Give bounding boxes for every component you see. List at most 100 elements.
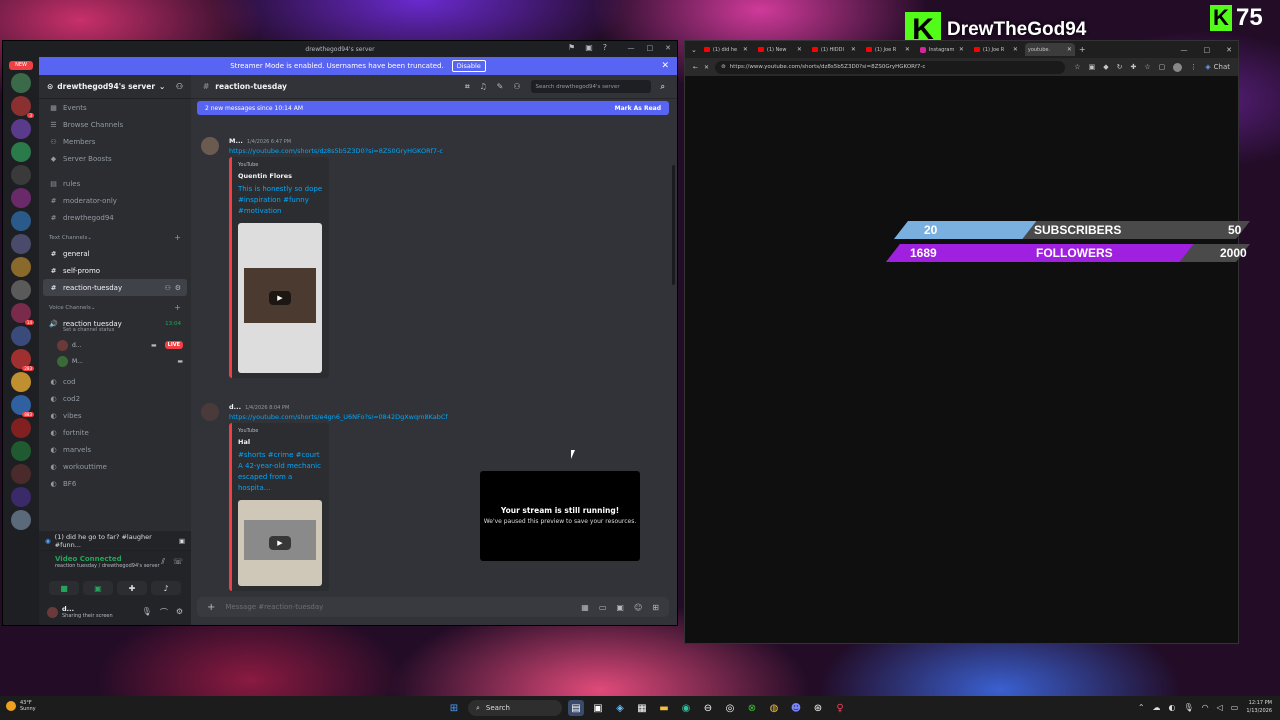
app-icon[interactable]: ⊖ [700,700,716,716]
mark-as-read-button[interactable]: Mark As Read [615,105,661,112]
minimize-button[interactable]: — [628,44,635,52]
maximize-button[interactable]: □ [647,44,654,52]
voice-channel-workouttime[interactable]: ◐ workouttime [39,458,191,475]
copilot-icon[interactable]: ◈ [612,700,628,716]
headphones-icon[interactable]: ⌒ [160,607,168,618]
gear-icon[interactable]: ⚙ [175,284,181,292]
menu-icon[interactable]: ⋮ [1190,63,1197,71]
star-icon[interactable]: ☆ [1074,63,1080,71]
puzzle-icon[interactable]: ✚ [1130,63,1136,71]
server-icon[interactable] [11,165,31,185]
channel-reaction-tuesday[interactable]: # reaction-tuesday ⚇ ⚙ [43,279,187,296]
search-input[interactable]: Search drewthegod94's server [530,80,651,93]
video-thumbnail[interactable]: ▶ [238,500,322,586]
browser-tab[interactable]: (1) did he ✕ [701,43,751,56]
add-attachment-icon[interactable]: + [207,602,215,613]
voice-channel-cod2[interactable]: ◐ cod2 [39,390,191,407]
threads-icon[interactable]: ⌗ [465,82,470,92]
browser-tab[interactable]: (1) Joe R ✕ [971,43,1021,56]
server-icon[interactable] [11,257,31,277]
close-tab-icon[interactable]: ✕ [959,46,964,53]
browser-tab-active[interactable]: youtube. ✕ [1024,43,1075,56]
task-view-icon[interactable]: ▣ [590,700,606,716]
voice-channel-bf6[interactable]: ◐ BF6 [39,475,191,492]
soundboard-button[interactable]: ♪ [151,581,181,595]
disconnect-icon[interactable]: ☏ [173,557,183,567]
avatar[interactable] [201,403,219,421]
browser-tab[interactable]: (1) New ✕ [755,43,805,56]
gear-icon[interactable]: ⚙ [176,607,183,618]
voice-channel-vibes[interactable]: ◐ vibes [39,407,191,424]
message-link[interactable]: https://youtube.com/shorts/dz8s5b5Z3D0?s… [229,147,443,155]
message-input[interactable]: + Message #reaction-tuesday ▦ ▭ ▣ ☺ ⊞ [197,597,669,617]
server-icon[interactable]: 283 [11,349,34,371]
close-icon[interactable]: ✕ [661,61,669,71]
channel-drewthegod94[interactable]: # drewthegod94 [39,209,191,226]
message-author[interactable]: M... [229,137,243,145]
close-tab-icon[interactable]: ✕ [851,46,856,53]
back-icon[interactable]: ← [693,64,698,71]
address-bar[interactable]: ⊜ https://www.youtube.com/shorts/dz8s5b5… [715,60,1066,74]
tray-chevron-icon[interactable]: ⌃ [1138,703,1145,712]
server-icon[interactable] [11,234,31,254]
channel-status[interactable]: Set a channel status [39,327,191,337]
xbox-icon[interactable]: ⊗ [744,700,760,716]
user-panel[interactable]: d... Sharing their screen 🎙 ⌒ ⚙ [39,599,191,625]
app-icon[interactable]: ♀ [832,700,848,716]
apps-icon[interactable]: ⊞ [652,603,659,612]
server-icon[interactable] [11,142,31,162]
reload-icon[interactable]: ✕ [704,64,709,71]
server-icon[interactable]: 14 [11,303,34,325]
server-icon[interactable] [11,280,31,300]
message-link[interactable]: https://youtube.com/shorts/e4gn6_U6NFo?s… [229,413,448,421]
server-header[interactable]: ⊙ drewthegod94's server ⌄ ⚇ [39,75,191,99]
server-icon[interactable] [11,510,31,530]
extension-icon[interactable]: ↻ [1117,63,1123,71]
server-icon[interactable] [11,441,31,461]
pin-icon[interactable]: ✎ [497,82,504,91]
embed-title[interactable]: #shorts #crime #court A 42-year-old mech… [238,450,323,494]
edge-icon[interactable]: ◉ [678,700,694,716]
category-voice-channels[interactable]: Voice Channels ⌄ + [39,300,191,315]
embed-author[interactable]: Quentin Flores [238,172,323,180]
server-icon[interactable] [11,418,31,438]
chat-button[interactable]: ◈ Chat [1205,63,1230,71]
server-icon[interactable] [11,326,31,346]
screen-share-button[interactable]: ▣ [83,581,113,595]
extension-icon[interactable]: ▣ [1089,63,1096,71]
maximize-button[interactable]: □ [1204,46,1211,54]
camera-button[interactable]: ■ [49,581,79,595]
channel-moderator-only[interactable]: # moderator-only [39,192,191,209]
bell-icon[interactable]: ♫ [479,82,486,91]
help-icon[interactable]: ? [603,43,607,52]
battery-icon[interactable]: ▭ [1231,703,1239,712]
voice-channel-fortnite[interactable]: ◐ fortnite [39,424,191,441]
activity-bar[interactable]: ◉ (1) did he go to far? #laugher #funn..… [39,531,191,551]
avatar[interactable] [201,137,219,155]
widgets-icon[interactable]: ▤ [568,700,584,716]
add-user-icon[interactable]: ⚇ [176,82,183,91]
start-icon[interactable]: ⊞ [446,700,462,716]
volume-icon[interactable]: ◁ [1217,703,1223,712]
channel-general[interactable]: # general [39,245,191,262]
disable-button[interactable]: Disable [451,60,486,72]
network-icon[interactable]: ☁ [1153,703,1161,712]
noise-icon[interactable]: ⫽ [161,557,165,567]
gift-icon[interactable]: ▦ [581,603,589,612]
tab-search-icon[interactable]: ▢ [1159,63,1166,71]
play-icon[interactable]: ▶ [269,536,291,550]
play-icon[interactable]: ▶ [269,291,291,305]
sidebar-item-browse[interactable]: ☰ Browse Channels [39,116,191,133]
mic-icon[interactable]: 🎙 [1184,703,1194,712]
scrollbar[interactable] [672,165,675,285]
add-channel-icon[interactable]: + [174,303,181,312]
app-icon[interactable]: ◐ [1169,703,1176,712]
server-icon[interactable]: 3 [11,96,34,118]
browser-tab[interactable]: (1) Joe R ✕ [863,43,913,56]
gif-icon[interactable]: ▭ [599,603,607,612]
activities-button[interactable]: ✚ [117,581,147,595]
invite-icon[interactable]: ⚇ [164,284,170,292]
server-icon[interactable] [11,372,31,392]
server-icon[interactable] [11,119,31,139]
file-explorer-icon[interactable]: ▬ [656,700,672,716]
